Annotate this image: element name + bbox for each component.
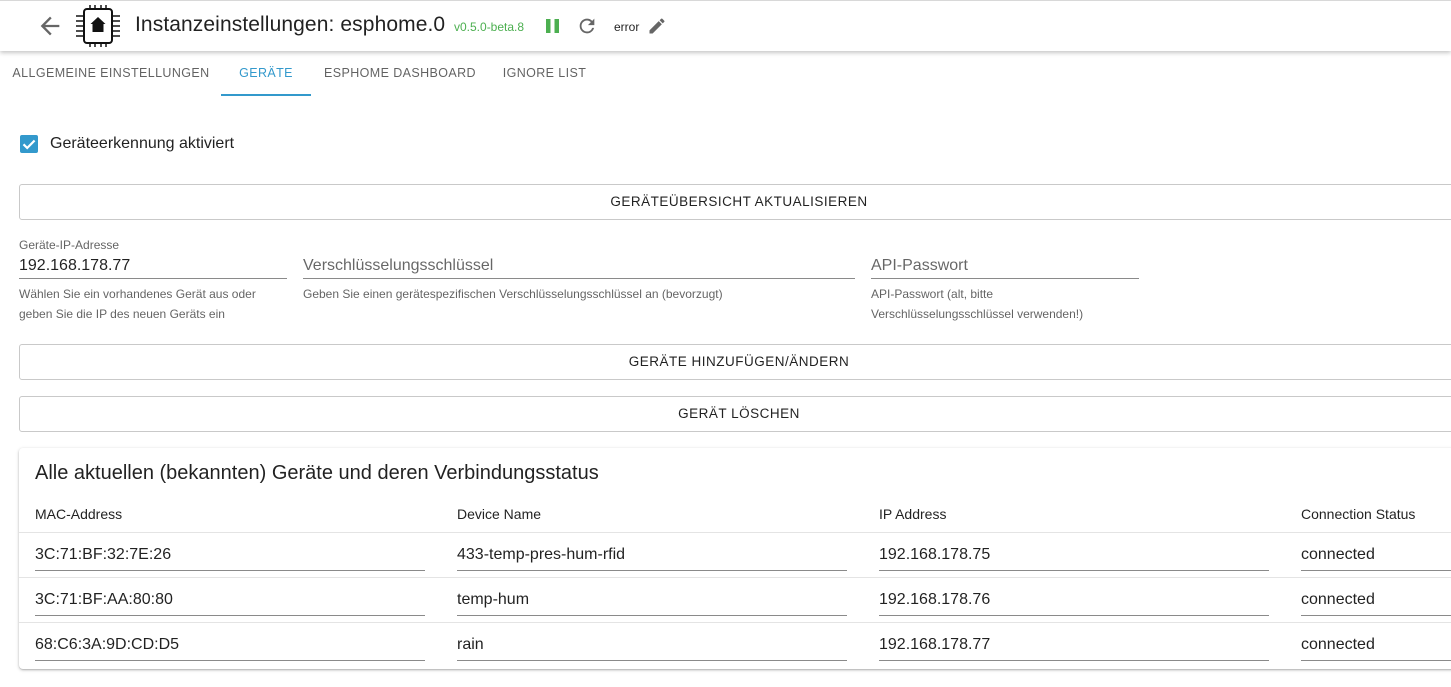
cell-underline [879, 615, 1269, 616]
connection-status-value: connected [1301, 636, 1375, 653]
column-header-connection-status: Connection Status [1301, 506, 1416, 522]
api-password-help-line-2: Verschlüsselungsschlüssel verwenden!) [871, 307, 1084, 321]
device-ip-help-line-1: Wählen Sie ein vorhandenes Gerät aus ode… [19, 287, 256, 301]
cell-underline [879, 570, 1269, 571]
cell-underline [1301, 615, 1451, 616]
instance-status: error [614, 20, 640, 34]
cell-underline [35, 615, 425, 616]
add-change-device-button[interactable]: GERÄTE HINZUFÜGEN/ÄNDERN [19, 344, 1451, 380]
api-password-help-line-1: API-Passwort (alt, bitte [871, 287, 994, 301]
reload-icon [579, 18, 595, 34]
encryption-key-field: Geben Sie einen gerätespezifischen Versc… [303, 238, 855, 328]
arrow-back-icon [40, 16, 60, 36]
encryption-key-help: Geben Sie einen gerätespezifischen Versc… [303, 284, 723, 304]
device-ip-underline [19, 278, 287, 279]
device-name-value: temp-hum [457, 591, 530, 608]
adapter-version: v0.5.0-beta.8 [454, 20, 525, 34]
ip-value: 192.168.178.76 [879, 591, 991, 608]
connection-status-value: connected [1301, 546, 1375, 563]
cell-underline [879, 660, 1269, 661]
column-header-mac: MAC-Address [35, 506, 123, 522]
instance-settings-header: Instanzeinstellungen: esphome.0 v0.5.0-be… [0, 0, 1451, 51]
delete-device-button[interactable]: GERÄT LÖSCHEN [19, 396, 1451, 432]
encryption-key-input[interactable] [303, 254, 855, 278]
mac-cell[interactable]: 3C:71:BF:32:7E:26 [35, 533, 425, 571]
instance-name: esphome.0 [340, 13, 446, 36]
tab-ignore-list[interactable]: IGNORE LIST [489, 50, 600, 97]
mac-cell[interactable]: 68:C6:3A:9D:CD:D5 [35, 623, 425, 661]
tab-esphome-dashboard[interactable]: ESPHOME DASHBOARD [311, 50, 489, 97]
device-discovery-label: Geräteerkennung aktiviert [50, 135, 235, 152]
tab-general-settings[interactable]: ALLGEMEINE EINSTELLUNGEN [0, 50, 222, 97]
device-ip-help-line-2: geben Sie die IP des neuen Geräts ein [19, 307, 225, 321]
device-name-value: rain [457, 636, 484, 653]
pencil-icon [649, 18, 665, 34]
api-password-field: API-Passwort (alt, bitte Verschlüsselung… [871, 238, 1139, 328]
reload-instance-button[interactable] [576, 14, 598, 38]
api-password-input[interactable] [871, 254, 1139, 278]
cell-underline [1301, 660, 1451, 661]
device-name-cell[interactable]: rain [457, 623, 847, 661]
column-header-ip: IP Address [879, 506, 947, 522]
ip-value: 192.168.178.77 [879, 636, 991, 653]
page-title: Instanzeinstellungen: esphome.0 [135, 13, 445, 37]
device-name-value: 433-temp-pres-hum-rfid [457, 546, 626, 563]
encryption-key-help-line-1: Geben Sie einen gerätespezifischen Versc… [303, 287, 723, 301]
device-name-cell[interactable]: temp-hum [457, 578, 847, 616]
cell-underline [457, 660, 847, 661]
device-ip-help: Wählen Sie ein vorhandenes Gerät aus ode… [19, 284, 256, 324]
cell-underline [35, 660, 425, 661]
mac-value: 3C:71:BF:32:7E:26 [35, 546, 172, 563]
page-title-label: Instanzeinstellungen: [135, 13, 335, 36]
mac-value: 3C:71:BF:AA:80:80 [35, 591, 173, 608]
device-ip-label: Geräte-IP-Adresse [19, 238, 120, 252]
device-discovery-checkbox[interactable] [20, 135, 38, 153]
pause-icon [546, 19, 559, 33]
cell-underline [1301, 570, 1451, 571]
check-icon [22, 139, 36, 150]
mac-value: 68:C6:3A:9D:CD:D5 [35, 636, 180, 653]
refresh-devices-button[interactable]: GERÄTEÜBERSICHT AKTUALISIEREN [19, 184, 1451, 220]
edit-instance-button[interactable] [647, 16, 667, 36]
ip-cell[interactable]: 192.168.178.76 [879, 578, 1269, 616]
cell-underline [35, 570, 425, 571]
connection-status-cell[interactable]: connected [1301, 578, 1451, 616]
device-name-cell[interactable]: 433-temp-pres-hum-rfid [457, 533, 847, 571]
device-ip-input[interactable] [19, 254, 287, 278]
api-password-underline [871, 278, 1139, 279]
ip-value: 192.168.178.75 [879, 546, 991, 563]
pause-instance-button[interactable] [543, 15, 563, 37]
mac-cell[interactable]: 3C:71:BF:AA:80:80 [35, 578, 425, 616]
tab-devices[interactable]: GERÄTE [221, 50, 311, 97]
encryption-key-underline [303, 278, 855, 279]
ip-cell[interactable]: 192.168.178.75 [879, 533, 1269, 571]
api-password-help: API-Passwort (alt, bitte Verschlüsselung… [871, 284, 1083, 324]
column-header-device-name: Device Name [457, 506, 542, 522]
cell-underline [457, 615, 847, 616]
esphome-logo-icon [74, 4, 122, 48]
active-tab-indicator [221, 94, 311, 96]
ip-cell[interactable]: 192.168.178.77 [879, 623, 1269, 661]
devices-table-title: Alle aktuellen (bekannten) Geräte und de… [35, 462, 599, 484]
back-button[interactable] [36, 12, 64, 40]
connection-status-value: connected [1301, 591, 1375, 608]
connection-status-cell[interactable]: connected [1301, 533, 1451, 571]
connection-status-cell[interactable]: connected [1301, 623, 1451, 661]
device-ip-field: Geräte-IP-Adresse Wählen Sie ein vorhand… [19, 238, 287, 328]
cell-underline [457, 570, 847, 571]
devices-table-card: Alle aktuellen (bekannten) Geräte und de… [19, 448, 1451, 669]
settings-tabs: ALLGEMEINE EINSTELLUNGEN GERÄTE ESPHOME … [0, 50, 1451, 97]
